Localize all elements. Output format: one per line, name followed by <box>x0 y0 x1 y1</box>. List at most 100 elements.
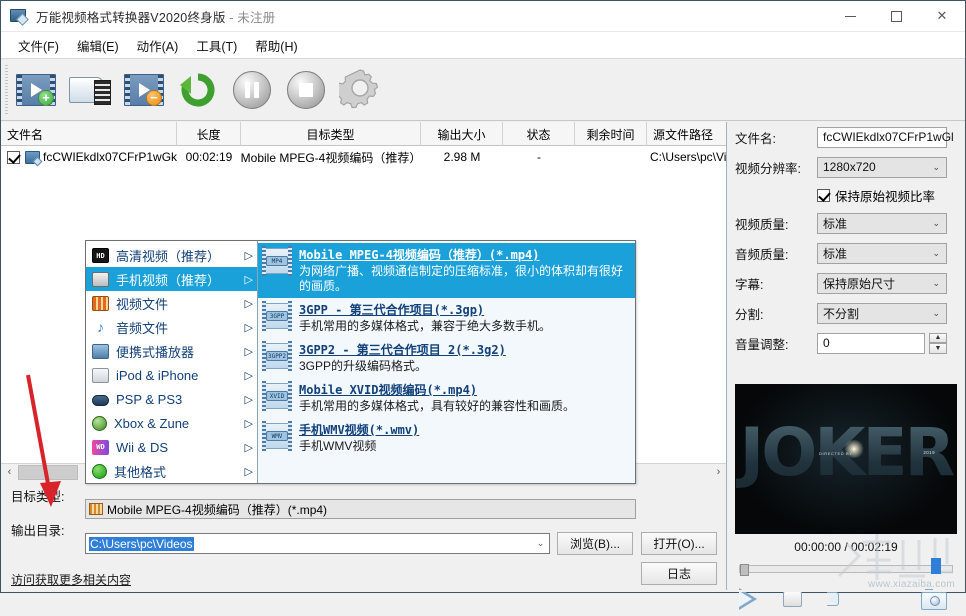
scroll-right-icon[interactable]: › <box>710 464 727 481</box>
chevron-right-icon: ▷ <box>244 441 253 454</box>
subtitle-value: 保持原始尺寸 <box>823 276 896 291</box>
remove-video-button[interactable]: − <box>117 63 171 117</box>
format-list: MP4 Mobile MPEG-4视频编码（推荐）(*.mp4) 为网络广播、视… <box>258 241 635 483</box>
pause-button[interactable] <box>225 63 279 117</box>
table-row[interactable]: fcCWIEkdlx07CFrP1wGk... 00:02:19 Mobile … <box>1 146 727 168</box>
chevron-down-icon[interactable]: ⌄ <box>532 538 549 549</box>
split-select[interactable]: 不分割 ⌄ <box>817 302 947 324</box>
resolution-select[interactable]: 1280x720 ⌄ <box>817 156 947 178</box>
scroll-left-icon[interactable]: ‹ <box>1 464 18 481</box>
format-item-mp4[interactable]: MP4 Mobile MPEG-4视频编码（推荐）(*.mp4) 为网络广播、视… <box>258 243 635 298</box>
category-item-wii-ds[interactable]: WD Wii & DS ▷ <box>86 435 257 459</box>
format-tag: 3GPP2 <box>266 351 288 361</box>
add-video-button[interactable]: + <box>9 63 63 117</box>
format-item-xvid[interactable]: XVID Mobile XVID视频编码(*.mp4) 手机常用的多媒体格式，具… <box>258 378 635 418</box>
stop-button[interactable] <box>279 63 333 117</box>
row-checkbox[interactable] <box>7 150 20 164</box>
more-content-link[interactable]: 访问获取更多相关内容 <box>11 571 131 588</box>
resolution-row: 视频分辨率: 1280x720 ⌄ <box>727 152 965 182</box>
minus-badge-icon: − <box>146 89 162 106</box>
menu-action[interactable]: 动作(A) <box>128 32 188 59</box>
chevron-right-icon: ▷ <box>244 273 253 286</box>
format-title: Mobile MPEG-4视频编码（推荐）(*.mp4) <box>299 248 540 262</box>
output-dir-combo[interactable]: C:\Users\pc\Videos ⌄ <box>85 533 550 554</box>
category-item-phone-video[interactable]: 手机视频（推荐） ▷ <box>86 267 257 291</box>
category-item-other-format[interactable]: 其他格式 ▷ <box>86 459 257 483</box>
menu-tools[interactable]: 工具(T) <box>187 32 246 59</box>
stop-icon <box>287 70 325 109</box>
filename-label: 文件名: <box>735 131 776 146</box>
category-item-portable-player[interactable]: 便携式播放器 ▷ <box>86 339 257 363</box>
video-quality-row: 视频质量: 标准 ⌄ <box>727 208 965 238</box>
close-icon: ✕ <box>936 8 948 23</box>
subtitle-select[interactable]: 保持原始尺寸 ⌄ <box>817 272 947 294</box>
filename-field[interactable]: fcCWIEkdlx07CFrP1wGl <box>817 126 954 148</box>
scrollbar-thumb[interactable] <box>18 464 78 480</box>
format-title: 手机WMV视频(*.wmv) <box>299 423 420 437</box>
browse-button[interactable]: 浏览(B)... <box>557 532 633 555</box>
category-item-hd-video[interactable]: HD 高清视频（推荐） ▷ <box>86 243 257 267</box>
maximize-icon <box>890 10 902 22</box>
seek-thumb[interactable] <box>740 564 749 576</box>
audio-quality-value: 标准 <box>823 246 848 261</box>
format-title: 3GPP - 第三代合作项目(*.3gp) <box>299 303 485 317</box>
volume-input[interactable]: 0 <box>817 332 925 354</box>
spin-up-icon[interactable]: ▲ <box>929 332 947 343</box>
column-header-remaining[interactable]: 剩余时间 <box>575 122 647 146</box>
video-quality-value: 标准 <box>823 216 848 231</box>
column-header-filename[interactable]: 文件名 <box>1 122 177 146</box>
category-label: Xbox & Zune <box>114 415 190 431</box>
output-dir-value: C:\Users\pc\Videos <box>89 536 194 551</box>
preview-time-display: 00:00:00 / 00:02:19 <box>794 540 898 554</box>
poster-credit-right: 2019 <box>923 450 935 455</box>
category-label: 其他格式 <box>114 464 167 480</box>
column-header-output-size[interactable]: 输出大小 <box>421 122 503 146</box>
category-item-audio-file[interactable]: ♪ 音频文件 ▷ <box>86 315 257 339</box>
close-button[interactable]: ✕ <box>919 1 965 32</box>
format-tag: MP4 <box>266 256 288 266</box>
format-item-3g2[interactable]: 3GPP2 3GPP2 - 第三代合作项目 2(*.3g2) 3GPP的升级编码… <box>258 338 635 378</box>
format-item-wmv[interactable]: WMV 手机WMV视频(*.wmv) 手机WMV视频 <box>258 418 635 458</box>
spin-down-icon[interactable]: ▼ <box>929 343 947 354</box>
category-item-xbox-zune[interactable]: Xbox & Zune ▷ <box>86 411 257 435</box>
settings-button[interactable] <box>333 63 387 117</box>
column-header-status[interactable]: 状态 <box>503 122 575 146</box>
menu-edit[interactable]: 编辑(E) <box>68 32 128 59</box>
psp-icon <box>92 394 109 406</box>
wmv-format-icon: WMV <box>262 421 292 451</box>
application-window: 万能视频格式转换器V2020终身版 - 未注册 ✕ 文件(F) 编辑(E) 动作… <box>0 0 966 610</box>
mp4-format-icon: MP4 <box>262 246 292 276</box>
minimize-button[interactable] <box>827 1 873 32</box>
category-item-ipod-iphone[interactable]: iPod & iPhone ▷ <box>86 363 257 387</box>
convert-refresh-icon <box>179 73 217 107</box>
ipod-icon <box>92 367 109 383</box>
video-quality-select[interactable]: 标准 ⌄ <box>817 212 947 234</box>
keep-ratio-label: 保持原始视频比率 <box>835 189 936 204</box>
keep-ratio-checkbox[interactable] <box>817 188 830 202</box>
phone-icon <box>92 271 109 287</box>
convert-button[interactable] <box>171 63 225 117</box>
video-preview[interactable]: JOKER DIRECTED BY 2019 <box>735 384 957 534</box>
window-title-main: 万能视频格式转换器V2020终身版 <box>36 10 226 25</box>
menu-help[interactable]: 帮助(H) <box>246 32 306 59</box>
cell-source-path: C:\Users\pc\Vide <box>650 150 727 164</box>
category-label: 高清视频（推荐） <box>116 248 221 264</box>
chevron-down-icon: ⌄ <box>932 217 940 228</box>
open-folder-button[interactable] <box>63 63 117 117</box>
maximize-button[interactable] <box>873 1 919 32</box>
open-button[interactable]: 打开(O)... <box>641 532 717 555</box>
log-button[interactable]: 日志 <box>641 562 717 585</box>
audio-quality-select[interactable]: 标准 ⌄ <box>817 242 947 264</box>
volume-spinner[interactable]: ▲ ▼ <box>929 332 947 354</box>
menu-file[interactable]: 文件(F) <box>9 32 68 59</box>
column-header-target-type[interactable]: 目标类型 <box>241 122 421 146</box>
target-type-combo[interactable]: Mobile MPEG-4视频编码（推荐）(*.mp4) <box>85 499 636 519</box>
column-header-source-path[interactable]: 源文件路径 <box>647 122 727 146</box>
column-header-duration[interactable]: 长度 <box>177 122 241 146</box>
film-format-icon <box>89 503 103 515</box>
category-item-psp-ps3[interactable]: PSP & PS3 ▷ <box>86 387 257 411</box>
format-item-3gp[interactable]: 3GPP 3GPP - 第三代合作项目(*.3gp) 手机常用的多媒体格式，兼容… <box>258 298 635 338</box>
audio-note-icon: ♪ <box>97 318 104 335</box>
category-item-video-file[interactable]: 视频文件 ▷ <box>86 291 257 315</box>
seek-slider[interactable] <box>739 564 953 576</box>
